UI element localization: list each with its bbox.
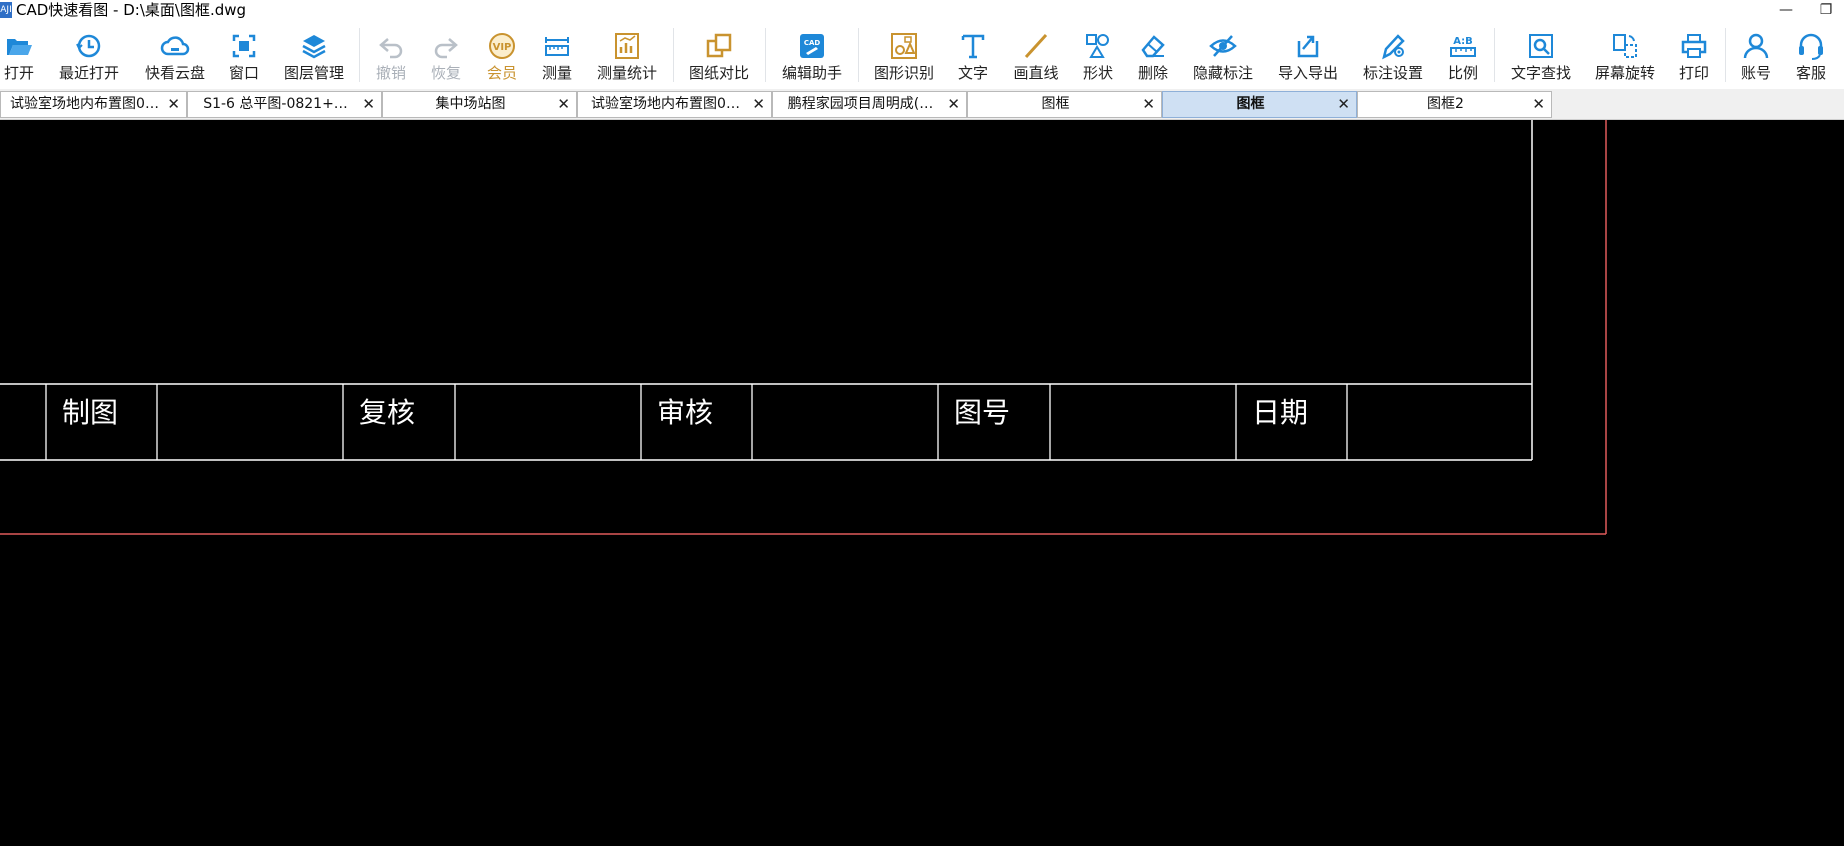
cloud-drive-button[interactable]: 快看云盘 <box>144 28 206 88</box>
tab-document-1[interactable]: 试验室场地内布置图0… ✕ <box>0 91 187 118</box>
shape-recognize-icon <box>873 30 935 62</box>
layers-icon <box>284 30 344 62</box>
cloud-icon <box>144 30 206 62</box>
annotation-settings-button[interactable]: 标注设置 <box>1362 28 1424 88</box>
line-icon <box>1010 30 1062 62</box>
account-button[interactable]: 账号 <box>1740 28 1772 88</box>
title-bar: AJI CAD快速看图 - D:\桌面\图框.dwg — ❐ <box>0 0 1844 22</box>
restore-button[interactable]: ❐ <box>1808 0 1844 22</box>
document-tab-bar: 试验室场地内布置图0… ✕ S1-6 总平图-0821+… ✕ 集中场站图 ✕ … <box>0 89 1844 120</box>
title-block-cell-date: 日期 <box>1252 396 1308 429</box>
tab-close-icon[interactable]: ✕ <box>1337 95 1350 114</box>
screen-rotate-button[interactable]: 屏幕旋转 <box>1594 28 1656 88</box>
toolbar-separator <box>1725 28 1726 82</box>
tab-close-icon[interactable]: ✕ <box>557 95 570 114</box>
minimize-button[interactable]: — <box>1768 0 1804 22</box>
layer-manager-button[interactable]: 图层管理 <box>284 28 344 88</box>
open-button[interactable]: 打开 <box>0 28 38 88</box>
tab-document-2[interactable]: S1-6 总平图-0821+… ✕ <box>187 91 382 118</box>
eraser-icon <box>1137 30 1169 62</box>
hide-annotation-button[interactable]: 隐藏标注 <box>1192 28 1254 88</box>
undo-icon <box>375 30 407 62</box>
tab-document-8[interactable]: 图框2 ✕ <box>1357 91 1552 118</box>
measure-chart-icon <box>596 30 658 62</box>
title-block-cell-drawn-by: 制图 <box>62 396 118 429</box>
recent-open-button[interactable]: 最近打开 <box>58 28 120 88</box>
delete-button[interactable]: 删除 <box>1137 28 1169 88</box>
cad-drawing-svg: 制图 复核 审核 图号 日期 <box>0 120 1607 535</box>
toolbar-separator <box>359 28 360 82</box>
user-icon <box>1740 30 1772 62</box>
toolbar-separator <box>1494 28 1495 82</box>
redo-button[interactable]: 恢复 <box>430 28 462 88</box>
edit-assistant-button[interactable]: CAD 编辑助手 <box>781 28 843 88</box>
svg-text:A:B: A:B <box>1453 36 1473 47</box>
redo-icon <box>430 30 462 62</box>
vip-button[interactable]: VIP 会员 <box>486 28 518 88</box>
svg-text:VIP: VIP <box>493 42 512 53</box>
tab-document-3[interactable]: 集中场站图 ✕ <box>382 91 577 118</box>
tab-document-7-active[interactable]: 图框 ✕ <box>1162 91 1357 118</box>
svg-text:CAD: CAD <box>804 39 821 47</box>
clock-history-icon <box>58 30 120 62</box>
shape-recognition-button[interactable]: 图形识别 <box>873 28 935 88</box>
tab-close-icon[interactable]: ✕ <box>1532 95 1545 114</box>
vip-badge-icon: VIP <box>486 30 518 62</box>
eye-hidden-icon <box>1192 30 1254 62</box>
tab-document-5[interactable]: 鹏程家园项目周明成(… ✕ <box>772 91 967 118</box>
toolbar-separator <box>673 28 674 82</box>
customer-service-button[interactable]: 客服 <box>1795 28 1827 88</box>
tab-document-4[interactable]: 试验室场地内布置图0… ✕ <box>577 91 772 118</box>
text-button[interactable]: 文字 <box>957 28 989 88</box>
toolbar-separator <box>858 28 859 82</box>
text-search-button[interactable]: 文字查找 <box>1510 28 1572 88</box>
tab-close-icon[interactable]: ✕ <box>167 95 180 114</box>
undo-button[interactable]: 撤销 <box>375 28 407 88</box>
scale-icon: A:B <box>1447 30 1479 62</box>
measure-stats-button[interactable]: 测量统计 <box>596 28 658 88</box>
drawing-compare-button[interactable]: 图纸对比 <box>688 28 750 88</box>
draw-line-button[interactable]: 画直线 <box>1010 28 1062 88</box>
print-button[interactable]: 打印 <box>1678 28 1710 88</box>
measure-button[interactable]: 测量 <box>541 28 573 88</box>
folder-open-icon <box>0 30 38 62</box>
compare-icon <box>688 30 750 62</box>
shape-button[interactable]: 形状 <box>1082 28 1114 88</box>
printer-icon <box>1678 30 1710 62</box>
headset-icon <box>1795 30 1827 62</box>
tab-close-icon[interactable]: ✕ <box>752 95 765 114</box>
title-block-cell-drawing-number: 图号 <box>954 396 1010 429</box>
title-block-cell-approved-by: 审核 <box>657 396 713 429</box>
cad-drawing-canvas[interactable]: 制图 复核 审核 图号 日期 <box>0 120 1844 846</box>
window-button[interactable]: 窗口 <box>228 28 260 88</box>
shapes-icon <box>1082 30 1114 62</box>
text-search-icon <box>1510 30 1572 62</box>
title-block-cell-checked-by: 复核 <box>359 396 415 429</box>
annotation-settings-icon <box>1362 30 1424 62</box>
scale-button[interactable]: A:B 比例 <box>1447 28 1479 88</box>
tab-document-6[interactable]: 图框 ✕ <box>967 91 1162 118</box>
rotate-screen-icon <box>1594 30 1656 62</box>
window-title: CAD快速看图 - D:\桌面\图框.dwg <box>16 1 247 19</box>
tab-close-icon[interactable]: ✕ <box>1142 95 1155 114</box>
text-icon <box>957 30 989 62</box>
ruler-icon <box>541 30 573 62</box>
app-logo-icon: AJI <box>0 2 12 18</box>
import-export-icon <box>1277 30 1339 62</box>
main-toolbar: 打开 最近打开 快看云盘 窗口 图层管理 撤销 恢复 VIP 会员 测量 测量统… <box>0 22 1844 89</box>
cad-edit-icon: CAD <box>781 30 843 62</box>
import-export-button[interactable]: 导入导出 <box>1277 28 1339 88</box>
tab-close-icon[interactable]: ✕ <box>362 95 375 114</box>
toolbar-separator <box>765 28 766 82</box>
window-frame-icon <box>228 30 260 62</box>
tab-close-icon[interactable]: ✕ <box>947 95 960 114</box>
